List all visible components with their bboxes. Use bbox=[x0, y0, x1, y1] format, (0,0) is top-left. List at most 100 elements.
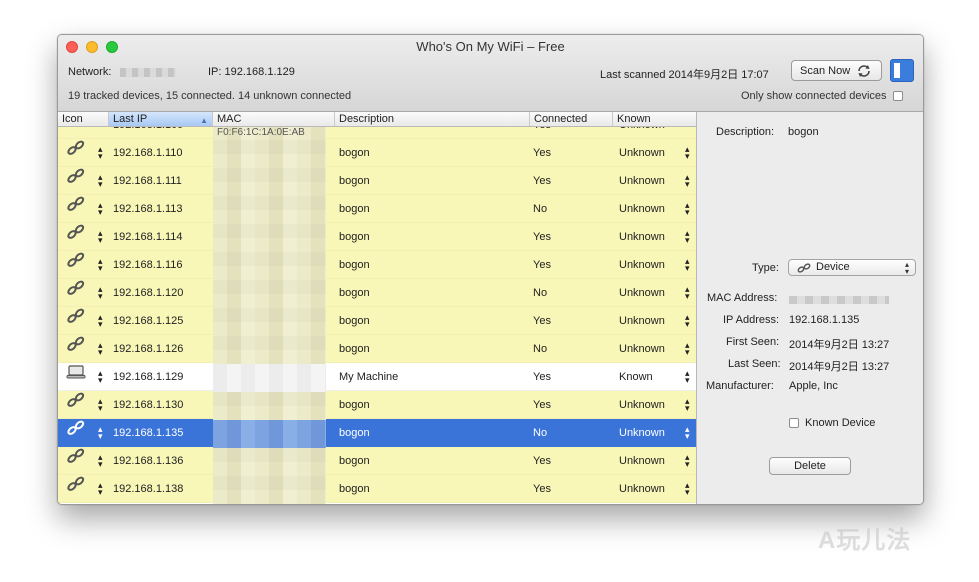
known-stepper-icon[interactable]: ▴ ▾ bbox=[685, 363, 690, 391]
table-row[interactable]: ▴ ▾ 192.168.1.136 bogon Yes Unknown ▴ ▾ bbox=[58, 447, 696, 475]
description-value[interactable]: bogon bbox=[788, 126, 819, 138]
ip-stepper-icon[interactable]: ▴ ▾ bbox=[98, 167, 103, 195]
table-row[interactable]: ▴ ▾ 192.168.1.130 bogon Yes Unknown ▴ ▾ bbox=[58, 391, 696, 419]
known-stepper-icon[interactable]: ▴ ▾ bbox=[685, 307, 690, 335]
type-select[interactable]: Device ▴ ▾ bbox=[788, 259, 916, 276]
description-label: Description: bbox=[716, 126, 775, 138]
row-connected: Yes bbox=[533, 259, 551, 271]
table-row[interactable]: ▴ ▾ 192.168.1.110 bogon Yes Unknown ▴ ▾ bbox=[58, 139, 696, 167]
ip-stepper-icon[interactable]: ▴ ▾ bbox=[98, 139, 103, 167]
row-description[interactable]: bogon bbox=[339, 335, 370, 363]
row-ip: 192.168.1.109 bbox=[113, 127, 183, 138]
row-description[interactable]: bogon bbox=[339, 447, 370, 475]
row-connected: Yes bbox=[533, 455, 551, 467]
ip-stepper-icon[interactable]: ▴ ▾ bbox=[98, 363, 103, 391]
column-header-mac[interactable]: MAC bbox=[213, 112, 335, 126]
ip-stepper-icon[interactable]: ▴ ▾ bbox=[98, 447, 103, 475]
ip-stepper-icon[interactable]: ▴ ▾ bbox=[98, 279, 103, 307]
row-description[interactable]: My Machine bbox=[339, 363, 398, 391]
last-seen-label: Last Seen: bbox=[728, 358, 781, 370]
known-stepper-icon[interactable]: ▴ ▾ bbox=[685, 447, 690, 475]
known-stepper-icon[interactable]: ▴ ▾ bbox=[685, 195, 690, 223]
known-stepper-icon[interactable]: ▴ ▾ bbox=[685, 251, 690, 279]
row-known[interactable]: Unknown bbox=[619, 307, 665, 335]
column-header-known[interactable]: Known bbox=[613, 112, 696, 126]
local-ip-label: IP: 192.168.1.129 bbox=[208, 66, 295, 78]
table-row[interactable]: ▴ ▾ 192.168.1.120 bogon No Unknown ▴ ▾ bbox=[58, 279, 696, 307]
row-description[interactable]: bogon bbox=[339, 419, 370, 447]
row-known[interactable]: Unknown bbox=[619, 139, 665, 167]
known-stepper-icon[interactable]: ▴ ▾ bbox=[685, 279, 690, 307]
table-row[interactable]: ▴ ▾ 192.168.1.129 My Machine Yes Known ▴ ▾ bbox=[58, 363, 696, 391]
row-description[interactable]: bogon bbox=[339, 307, 370, 335]
ip-stepper-icon[interactable]: ▴ ▾ bbox=[98, 335, 103, 363]
row-description[interactable]: bogon bbox=[339, 279, 370, 307]
table-row[interactable]: ▴ ▾ 192.168.1.125 bogon Yes Unknown ▴ ▾ bbox=[58, 307, 696, 335]
table-row[interactable]: ▴ ▾ 192.168.1.116 bogon Yes Unknown ▴ ▾ bbox=[58, 251, 696, 279]
row-description[interactable]: bogon bbox=[339, 139, 370, 167]
column-header-connected[interactable]: Connected bbox=[530, 112, 613, 126]
row-known[interactable]: Unknown bbox=[619, 419, 665, 447]
known-stepper-icon[interactable]: ▴ ▾ bbox=[685, 167, 690, 195]
ip-stepper-icon[interactable]: ▴ ▾ bbox=[98, 307, 103, 335]
mac-redacted-known-row bbox=[213, 364, 326, 392]
row-ip: 192.168.1.116 bbox=[113, 259, 183, 271]
column-header-last-ip[interactable]: Last IP ▲ bbox=[109, 112, 213, 126]
row-known[interactable]: Unknown bbox=[619, 167, 665, 195]
row-description[interactable]: bogon bbox=[339, 223, 370, 251]
row-known[interactable]: Unknown bbox=[619, 475, 665, 503]
ip-stepper-icon[interactable]: ▴ ▾ bbox=[98, 195, 103, 223]
table-row[interactable]: ▴ ▾ 192.168.1.114 bogon Yes Unknown ▴ ▾ bbox=[58, 223, 696, 251]
table-body: 192.168.1.109 Yes Unknown ▴▾ 192.168.1.11… bbox=[58, 127, 696, 503]
ip-stepper-icon[interactable]: ▴ ▾ bbox=[98, 223, 103, 251]
table-row[interactable]: ▴ ▾ 192.168.1.113 bogon No Unknown ▴ ▾ bbox=[58, 195, 696, 223]
row-description[interactable]: bogon bbox=[339, 475, 370, 503]
link-icon bbox=[66, 223, 86, 251]
row-description[interactable]: bogon bbox=[339, 167, 370, 195]
known-stepper-icon[interactable]: ▴ ▾ bbox=[685, 475, 690, 503]
known-stepper-icon[interactable]: ▴ ▾ bbox=[685, 419, 690, 447]
ip-stepper-icon[interactable]: ▴ ▾ bbox=[98, 251, 103, 279]
row-known[interactable]: Unknown bbox=[619, 279, 665, 307]
table-row[interactable]: 192.168.1.109 Yes Unknown bbox=[58, 127, 696, 139]
table-row[interactable]: ▴ ▾ 192.168.1.138 bogon Yes Unknown ▴ ▾ bbox=[58, 475, 696, 503]
known-device-checkbox[interactable] bbox=[789, 418, 799, 428]
link-icon bbox=[66, 391, 86, 419]
row-description[interactable]: bogon bbox=[339, 251, 370, 279]
row-known[interactable]: Unknown bbox=[619, 195, 665, 223]
row-known[interactable]: Unknown bbox=[619, 251, 665, 279]
known-stepper-icon[interactable]: ▴ ▾ bbox=[685, 335, 690, 363]
only-connected-filter[interactable]: Only show connected devices bbox=[741, 90, 903, 102]
network-name-redacted bbox=[120, 68, 176, 77]
delete-device-button[interactable]: Delete bbox=[769, 457, 851, 475]
row-known[interactable]: Unknown bbox=[619, 391, 665, 419]
row-known[interactable]: Known bbox=[619, 363, 653, 391]
table-row[interactable]: ▴ ▾ 192.168.1.135 bogon No Unknown ▴ ▾ bbox=[58, 419, 696, 447]
ip-stepper-icon[interactable]: ▴ ▾ bbox=[98, 475, 103, 503]
known-stepper-icon[interactable]: ▴ ▾ bbox=[685, 391, 690, 419]
ip-stepper-icon[interactable]: ▴ ▾ bbox=[98, 419, 103, 447]
toggle-detail-panel-button[interactable] bbox=[890, 59, 914, 82]
row-known[interactable]: Unknown bbox=[619, 223, 665, 251]
ip-stepper-icon[interactable]: ▴ ▾ bbox=[98, 391, 103, 419]
row-description[interactable]: bogon bbox=[339, 391, 370, 419]
sort-ascending-icon: ▲ bbox=[200, 116, 208, 125]
scan-now-button[interactable]: Scan Now bbox=[791, 60, 882, 81]
tracked-devices-summary: 19 tracked devices, 15 connected. 14 unk… bbox=[68, 90, 352, 102]
row-description[interactable]: bogon bbox=[339, 195, 370, 223]
laptop-icon bbox=[66, 363, 86, 391]
link-icon bbox=[66, 195, 86, 223]
column-header-description[interactable]: Description bbox=[335, 112, 530, 126]
column-header-last-ip-label: Last IP bbox=[113, 113, 148, 125]
table-row[interactable]: ▴ ▾ 192.168.1.111 bogon Yes Unknown ▴ ▾ bbox=[58, 167, 696, 195]
link-icon bbox=[66, 447, 86, 475]
mac-address-redacted bbox=[789, 296, 889, 304]
known-stepper-icon[interactable]: ▴ ▾ bbox=[685, 139, 690, 167]
known-device-toggle[interactable]: Known Device bbox=[789, 417, 875, 429]
only-connected-checkbox[interactable] bbox=[892, 91, 903, 101]
column-header-icon[interactable]: Icon bbox=[58, 112, 109, 126]
row-known[interactable]: Unknown bbox=[619, 447, 665, 475]
table-row[interactable]: ▴ ▾ 192.168.1.126 bogon No Unknown ▴ ▾ bbox=[58, 335, 696, 363]
known-stepper-icon[interactable]: ▴ ▾ bbox=[685, 223, 690, 251]
row-known[interactable]: Unknown bbox=[619, 335, 665, 363]
